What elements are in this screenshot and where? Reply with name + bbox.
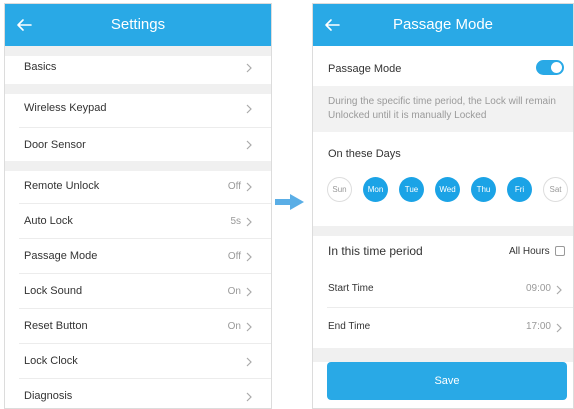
section-divider (313, 226, 573, 236)
day-mon[interactable]: Mon (363, 177, 388, 202)
row-divider (327, 307, 573, 308)
settings-row-diagnosis[interactable]: Diagnosis (5, 379, 271, 408)
row-label: Door Sensor (24, 139, 86, 151)
settings-row-remote-unlock[interactable]: Remote Unlock Off (5, 169, 271, 204)
row-value: Off (227, 181, 241, 192)
day-fri[interactable]: Fri (507, 177, 532, 202)
row-label: Remote Unlock (24, 180, 100, 192)
row-value: 5s (230, 216, 241, 227)
row-value: On (227, 321, 241, 332)
toggle-knob (551, 62, 562, 73)
chevron-right-icon (246, 322, 252, 332)
chevron-right-icon (246, 104, 252, 114)
row-label: Lock Sound (24, 285, 83, 297)
day-sun[interactable]: Sun (327, 177, 352, 202)
chevron-right-icon (246, 182, 252, 192)
page-title: Passage Mode (392, 16, 494, 33)
start-time-label: Start Time (328, 283, 374, 294)
chevron-right-icon (246, 63, 252, 73)
settings-row-auto-lock[interactable]: Auto Lock 5s (5, 204, 271, 239)
row-label: Basics (24, 61, 57, 73)
settings-header: Settings (5, 4, 271, 46)
row-label: Lock Clock (24, 355, 78, 367)
settings-row-wireless-keypad[interactable]: Wireless Keypad (5, 91, 271, 128)
day-tue[interactable]: Tue (399, 177, 424, 202)
row-value: On (227, 286, 241, 297)
settings-row-lock-sound[interactable]: Lock Sound On (5, 274, 271, 309)
end-time-row[interactable]: End Time 17:00 (313, 310, 573, 346)
row-label: Auto Lock (24, 215, 73, 227)
passage-mode-toggle[interactable] (536, 60, 564, 75)
passage-mode-header: Passage Mode (313, 4, 573, 46)
row-label: Reset Button (24, 320, 88, 332)
start-time-row[interactable]: Start Time 09:00 (313, 272, 573, 308)
chevron-right-icon (246, 392, 252, 402)
settings-row-lock-clock[interactable]: Lock Clock (5, 344, 271, 379)
chevron-right-icon (246, 217, 252, 227)
all-hours-checkbox[interactable] (555, 246, 565, 256)
day-thu[interactable]: Thu (471, 177, 496, 202)
description-box: During the specific time period, the Loc… (313, 86, 573, 132)
start-time-value: 09:00 (525, 283, 551, 294)
chevron-right-icon (246, 287, 252, 297)
passage-mode-description: During the specific time period, the Loc… (328, 96, 556, 121)
day-wed[interactable]: Wed (435, 177, 460, 202)
passage-mode-label: Passage Mode (328, 63, 402, 75)
row-label: Passage Mode (24, 250, 98, 262)
chevron-right-icon (556, 285, 562, 295)
time-period-label: In this time period (328, 244, 423, 258)
chevron-right-icon (246, 140, 252, 150)
days-label: On these Days (328, 148, 401, 160)
chevron-right-icon (556, 323, 562, 333)
save-button[interactable]: Save (327, 362, 567, 400)
end-time-value: 17:00 (525, 321, 551, 332)
arrow-right-icon (275, 194, 304, 210)
passage-mode-screen: Passage Mode Passage Mode During the spe… (312, 3, 574, 409)
settings-row-basics[interactable]: Basics (5, 53, 271, 83)
all-hours-label: All Hours (509, 246, 550, 257)
end-time-label: End Time (328, 321, 371, 332)
page-title: Settings (110, 16, 166, 33)
settings-row-passage-mode[interactable]: Passage Mode Off (5, 239, 271, 274)
settings-screen: Settings Basics Wireless Keypad Door Sen… (4, 3, 272, 409)
row-value: Off (227, 251, 241, 262)
settings-row-reset-button[interactable]: Reset Button On (5, 309, 271, 344)
chevron-right-icon (246, 252, 252, 262)
section-divider (313, 348, 573, 362)
settings-row-door-sensor[interactable]: Door Sensor (5, 128, 271, 161)
chevron-right-icon (246, 357, 252, 367)
row-label: Diagnosis (24, 390, 73, 402)
row-label: Wireless Keypad (24, 102, 107, 114)
day-sat[interactable]: Sat (543, 177, 568, 202)
